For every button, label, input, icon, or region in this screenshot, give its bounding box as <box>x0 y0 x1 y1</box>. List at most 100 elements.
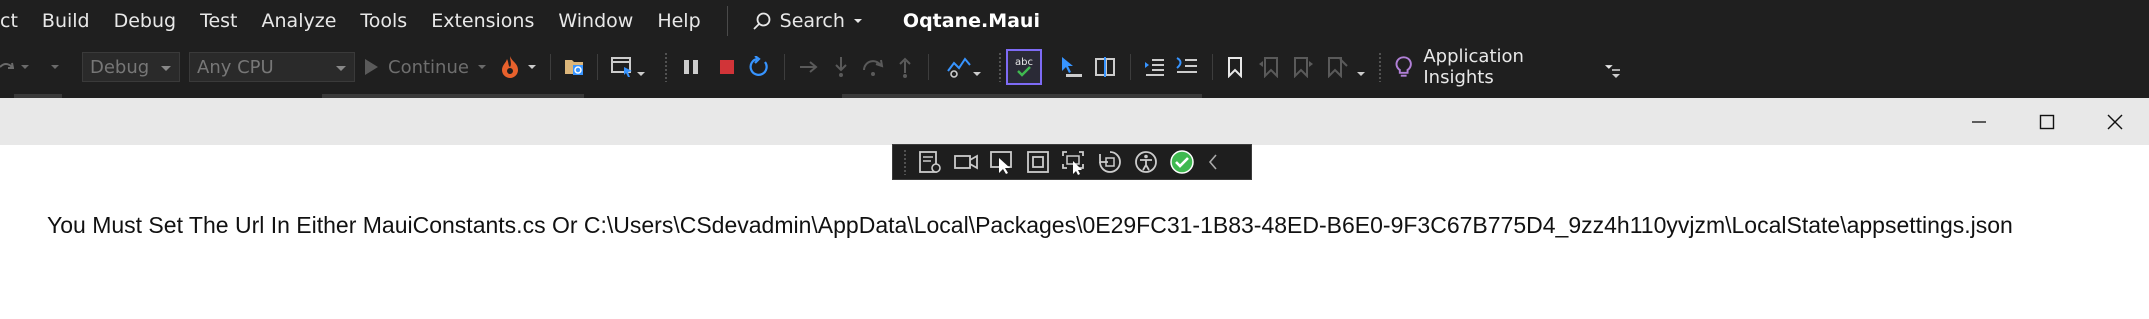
redo-dropdown-icon[interactable] <box>18 48 32 86</box>
step-out-icon[interactable] <box>890 48 920 86</box>
track-focus-button[interactable] <box>1059 147 1089 177</box>
previous-bookmark-icon[interactable] <box>1254 48 1284 86</box>
accessibility-icon <box>1135 151 1157 173</box>
chevron-down-icon <box>477 65 486 69</box>
close-icon <box>2107 114 2123 129</box>
clear-bookmarks-icon[interactable] <box>1322 48 1352 86</box>
toolbar-grip[interactable] <box>998 52 1002 82</box>
next-bookmark-icon[interactable] <box>1288 48 1318 86</box>
toolbar-grip[interactable] <box>664 52 668 82</box>
check-circle-icon <box>1170 150 1194 174</box>
app-title-bar <box>0 98 2149 145</box>
chevron-down-icon <box>336 66 346 71</box>
stop-icon <box>720 60 734 74</box>
chevron-down-icon <box>973 72 981 76</box>
chevron-down-icon <box>853 19 862 23</box>
maximize-icon <box>2039 114 2055 129</box>
display-layout-adorners-button[interactable] <box>1023 147 1053 177</box>
menu-help[interactable]: Help <box>645 0 712 42</box>
platform-value: Any CPU <box>197 56 274 78</box>
svg-text:abc: abc <box>1015 57 1033 68</box>
bookmark-icon[interactable] <box>1220 48 1250 86</box>
spell-check-button[interactable]: abc <box>1006 49 1042 85</box>
configuration-value: Debug <box>90 56 150 78</box>
track-focus-icon <box>1062 151 1084 175</box>
play-icon <box>365 59 378 75</box>
toolbar-separator <box>784 54 785 80</box>
restart-button[interactable] <box>744 48 774 86</box>
chevron-down-icon <box>161 66 171 71</box>
step-over-icon[interactable] <box>858 48 888 86</box>
toolbar-separator <box>597 54 598 80</box>
toolbar-separator <box>1130 54 1131 80</box>
window-icon <box>611 57 632 77</box>
menu-analyze[interactable]: Analyze <box>250 0 349 42</box>
search-button[interactable]: Search <box>742 10 873 32</box>
binding-failures-icon <box>1099 151 1121 173</box>
menu-separator <box>726 6 728 36</box>
hot-reload-button[interactable] <box>496 48 540 86</box>
record-button[interactable] <box>951 147 981 177</box>
chevron-down-icon <box>637 72 645 76</box>
maximize-button[interactable] <box>2013 98 2081 145</box>
toolbar-separator <box>1212 54 1213 80</box>
solution-name: Oqtane.Maui <box>902 10 1040 32</box>
maui-app-window: You Must Set The Url In Either MauiConst… <box>0 98 2149 319</box>
toolbar-separator <box>550 54 551 80</box>
platform-dropdown[interactable]: Any CPU <box>189 52 355 82</box>
collapse-toolbar-button[interactable] <box>1203 147 1223 177</box>
menu-extensions[interactable]: Extensions <box>419 0 546 42</box>
toolbar-separator <box>928 54 929 80</box>
menu-window[interactable]: Window <box>546 0 645 42</box>
redo-icon[interactable] <box>0 48 14 86</box>
flame-icon <box>502 56 518 78</box>
browse-target-button[interactable] <box>606 48 650 86</box>
continue-label: Continue <box>388 56 469 78</box>
xaml-runtime-toolbar <box>892 144 1252 180</box>
menu-bar: ct Build Debug Test Analyze Tools Extens… <box>0 0 2149 42</box>
hot-reload-success-indicator[interactable] <box>1167 147 1197 177</box>
pause-button[interactable] <box>676 48 706 86</box>
chevron-down-icon <box>528 65 536 69</box>
application-insights-button[interactable]: Application Insights <box>1394 46 1614 88</box>
standard-toolbar: Debug Any CPU Continue abc Application I… <box>0 46 2149 88</box>
configuration-dropdown[interactable]: Debug <box>82 52 180 82</box>
adorners-icon <box>1027 151 1049 173</box>
menu-test[interactable]: Test <box>188 0 249 42</box>
spell-check-icon: abc <box>1015 57 1033 77</box>
search-icon <box>753 12 771 30</box>
live-visual-tree-button[interactable] <box>915 147 945 177</box>
pause-icon <box>684 60 698 74</box>
visual-studio-chrome: ct Build Debug Test Analyze Tools Extens… <box>0 0 2149 98</box>
accessibility-checker-button[interactable] <box>1131 147 1161 177</box>
toolbar-overflow-icon[interactable] <box>1608 48 1624 86</box>
select-element-icon <box>990 151 1012 174</box>
chevron-down-icon[interactable] <box>1354 48 1368 86</box>
close-button[interactable] <box>2081 98 2149 145</box>
lightbulb-icon <box>1395 56 1412 77</box>
live-visual-tree-icon <box>919 151 941 173</box>
menu-tools[interactable]: Tools <box>348 0 419 42</box>
toolbar-grip[interactable] <box>903 149 907 175</box>
comment-icon[interactable] <box>1172 48 1202 86</box>
step-into-icon[interactable] <box>826 48 856 86</box>
menu-project[interactable]: ct <box>0 0 30 42</box>
indent-icon[interactable] <box>1140 48 1170 86</box>
copy-layout-icon[interactable] <box>1090 48 1120 86</box>
minimize-button[interactable] <box>1945 98 2013 145</box>
hot-reload-status-button[interactable] <box>1095 147 1125 177</box>
menu-debug[interactable]: Debug <box>102 0 188 42</box>
diagnostic-icon <box>947 57 971 78</box>
continue-button[interactable]: Continue <box>362 48 494 86</box>
select-element-button[interactable] <box>987 147 1017 177</box>
restart-icon <box>749 56 768 76</box>
configuration-error-message: You Must Set The Url In Either MauiConst… <box>47 212 2013 238</box>
stop-button[interactable] <box>712 48 742 86</box>
diagnostic-tools-button[interactable] <box>938 48 990 86</box>
select-element-icon[interactable] <box>1056 48 1086 86</box>
chevron-down-icon[interactable] <box>48 48 62 86</box>
show-next-statement-icon[interactable] <box>794 48 824 86</box>
menu-build[interactable]: Build <box>30 0 102 42</box>
toolbar-grip[interactable] <box>1378 52 1382 82</box>
solution-explorer-icon[interactable] <box>560 48 590 86</box>
